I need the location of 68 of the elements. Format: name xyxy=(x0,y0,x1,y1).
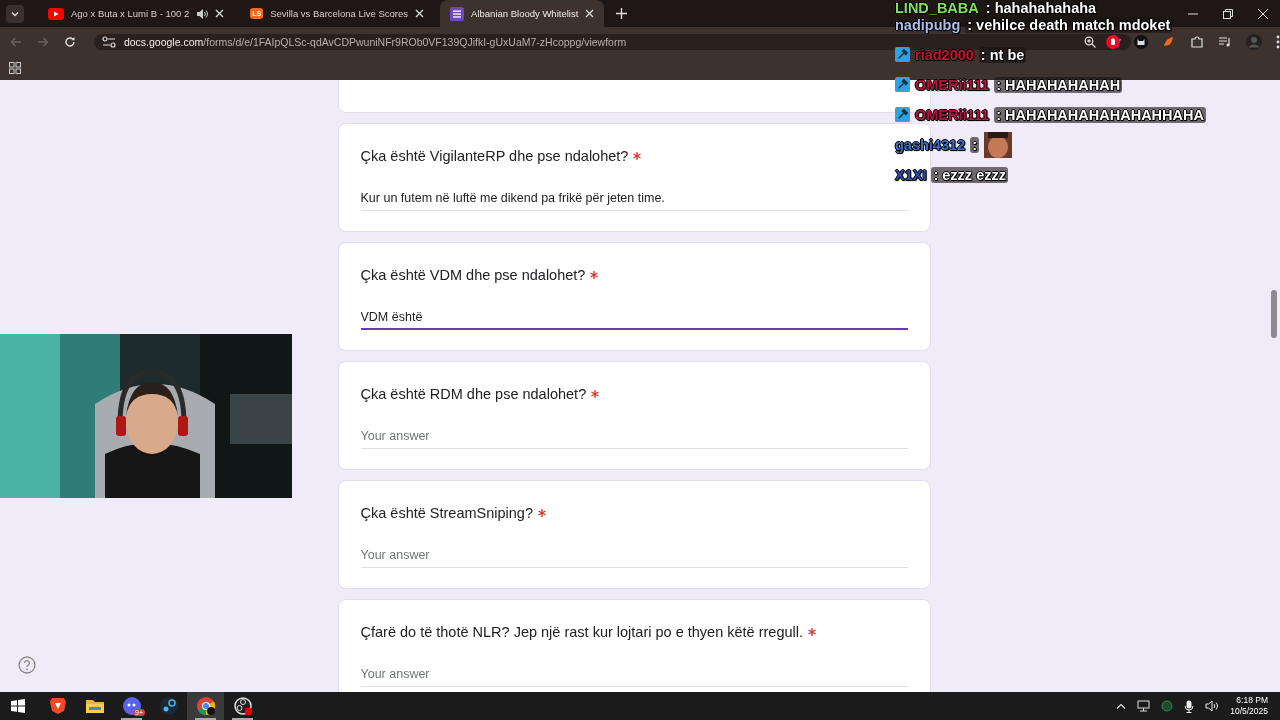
answer-field[interactable]: Kur un futem në luftë me dikend pa frikë për jeten time. xyxy=(360,186,908,211)
restore-icon[interactable] xyxy=(1223,8,1233,19)
playlist-icon[interactable] xyxy=(1218,35,1232,48)
menu-icon[interactable] xyxy=(1276,34,1280,49)
taskbar-app[interactable] xyxy=(187,692,224,720)
chat-username: nadipubg xyxy=(895,16,961,33)
form-icon xyxy=(450,6,465,21)
cat-icon[interactable] xyxy=(1134,34,1148,49)
answer-field[interactable]: VDM është xyxy=(360,305,908,330)
address-bar[interactable]: docs.google.com/forms/d/e/1FAIpQLSc-qdAvCDPwuniNFr9ROb0VF139QJifkI-gUxUaM7-zHcoppg/viewform xyxy=(93,33,1131,50)
question-text: Çfarë do të thotë NLR? Jep një rast kur lojtari po e thyen këtë rregull. xyxy=(360,624,803,640)
zoom-icon xyxy=(1084,35,1096,48)
tab-title: Ago x Buta x Lumi B - 100 2 xyxy=(71,8,190,19)
windows-start-icon[interactable] xyxy=(11,699,25,713)
plus-icon[interactable] xyxy=(616,8,628,19)
help-icon[interactable] xyxy=(18,656,36,674)
site-settings-icon xyxy=(101,35,116,48)
browser-tab[interactable]: Ago x Buta x Lumi B - 100 2 xyxy=(38,0,235,27)
bird-icon[interactable] xyxy=(1162,34,1176,49)
chevron-up-icon[interactable] xyxy=(1116,702,1127,710)
close-icon[interactable] xyxy=(1258,8,1268,19)
running-indicator xyxy=(232,718,253,720)
tab-list-button[interactable] xyxy=(6,4,24,23)
answer-field[interactable]: Your answer xyxy=(360,543,908,568)
question-text: Çka është VDM dhe pse ndalohet? xyxy=(360,267,586,283)
running-indicator xyxy=(121,718,142,720)
apps-grid-icon[interactable] xyxy=(9,62,21,74)
question-text: Çka është StreamSniping? xyxy=(360,505,533,521)
steam-app-icon xyxy=(158,696,179,716)
question-text: Çka është VigilanteRP dhe pse ndalohet? xyxy=(360,148,629,164)
url-host: docs.google.com xyxy=(123,35,204,48)
chat-message: : hahahahahaha xyxy=(983,0,1099,16)
status-circle-icon[interactable] xyxy=(1161,700,1174,712)
recorder-app-icon xyxy=(232,696,253,716)
chat-message: : nt be xyxy=(978,46,1027,63)
reload-icon[interactable] xyxy=(63,35,76,48)
chat-app-icon xyxy=(121,696,142,716)
chat-username: OMERii111 xyxy=(915,106,990,123)
close-icon[interactable] xyxy=(415,9,425,18)
chat-username: gashi4312 xyxy=(895,136,966,153)
chat-message: : vehilce death match mdoket xyxy=(965,16,1173,33)
url-path: /forms/d/e/1FAIpQLSc-qdAvCDPwuniNFr9ROb0VF139QJifkI-gUxUaM7-zHcoppg/viewform xyxy=(203,35,627,48)
close-icon[interactable] xyxy=(215,9,225,18)
tab-title: Albanian Bloody Whitelist xyxy=(471,8,579,19)
chat-message: : HAHAHAHAHAHAHAHHAHA xyxy=(994,106,1206,123)
question-text: Çka është RDM dhe pse ndalohet? xyxy=(360,386,587,402)
answer-field[interactable]: Your answer xyxy=(360,424,908,449)
chat-username: X1XI xyxy=(895,166,927,183)
answer-field[interactable]: Your answer xyxy=(360,662,908,687)
chat-message: : xyxy=(970,136,979,153)
browser-tab[interactable]: Albanian Bloody Whitelist xyxy=(440,0,605,27)
chat-username: OMERii111 xyxy=(915,76,990,93)
network-icon[interactable] xyxy=(1137,700,1151,712)
puzzle-icon[interactable] xyxy=(1190,34,1204,49)
volume-icon[interactable] xyxy=(1205,700,1220,712)
microphone-icon[interactable] xyxy=(1184,699,1195,713)
chat-username: LIND_BABA xyxy=(895,0,979,16)
running-indicator xyxy=(195,718,216,720)
close-icon[interactable] xyxy=(585,9,595,18)
tab-title: Sevilla vs Barcelona Live Scores xyxy=(270,8,409,19)
chat-message: : ezzz ezzz xyxy=(931,166,1008,183)
chat-message: : HAHAHAHAHAH xyxy=(994,76,1123,93)
clock-date[interactable]: 10/5/2025 xyxy=(1230,706,1268,717)
clock-time[interactable]: 6:18 PM xyxy=(1236,695,1268,706)
chrome-app-icon xyxy=(195,696,216,716)
video-play-icon xyxy=(48,7,64,20)
brave-app-icon xyxy=(47,696,68,716)
hand-icon[interactable] xyxy=(1106,34,1120,49)
